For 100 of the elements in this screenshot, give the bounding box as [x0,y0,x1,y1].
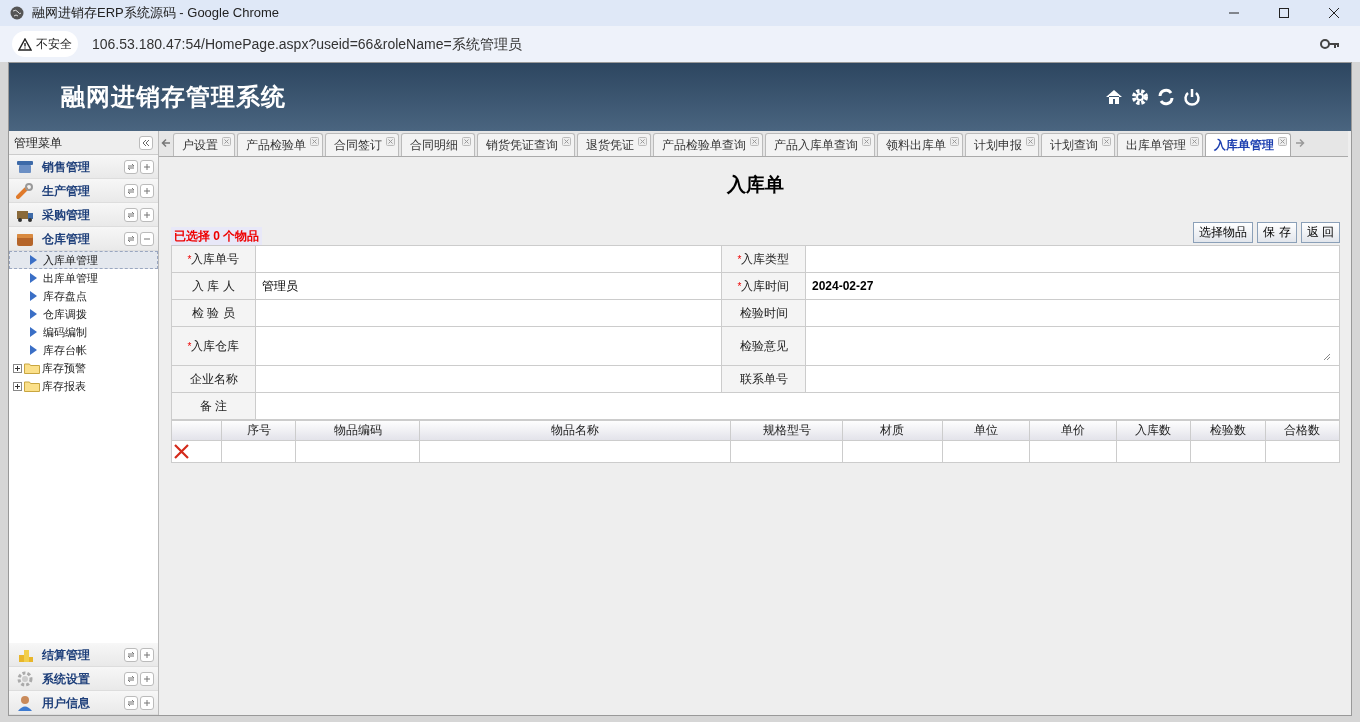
column-header: 入库数 [1116,420,1191,440]
app-title: 融网进销存管理系统 [61,82,286,112]
tab[interactable]: 领料出库单 [877,133,963,156]
expand-button[interactable] [140,207,154,222]
tab[interactable]: 入库单管理 [1205,133,1291,156]
menu-group-label: 仓库管理 [42,230,90,248]
menu-item[interactable]: 库存预警 [9,359,158,377]
maximize-icon[interactable] [1278,7,1290,19]
menu-group-header[interactable]: 仓库管理 [9,227,158,251]
menu-item[interactable]: 仓库调拨 [9,305,158,323]
menu-group-label: 生产管理 [42,182,90,200]
menu-item[interactable]: 库存盘点 [9,287,158,305]
menu-group-label: 用户信息 [42,694,90,712]
column-header: 规格型号 [730,420,843,440]
menu-group-header[interactable]: 结算管理 [9,643,158,667]
menu-group-header[interactable]: 采购管理 [9,203,158,227]
column-header: 检验数 [1190,420,1266,440]
user-icon [16,694,34,711]
tab[interactable]: 合同签订 [325,133,399,156]
refresh-button[interactable] [124,159,138,174]
expand-icon[interactable] [13,381,22,391]
menu-item[interactable]: 入库单管理 [9,251,158,269]
required-mark: * [187,340,192,352]
scroll-left-icon[interactable] [161,138,171,148]
security-chip[interactable]: 不安全 [12,31,78,57]
collapse-button[interactable] [140,231,154,246]
refresh-button[interactable] [124,671,138,686]
action-button[interactable]: 保 存 [1257,221,1297,243]
window-title: 融网进销存ERP系统源码 - Google Chrome [32,4,280,23]
tab[interactable]: 产品检验单 [237,133,323,156]
power-icon[interactable] [1183,88,1201,106]
refresh-button[interactable] [124,231,138,246]
menu-item-label: 库存报表 [42,378,86,394]
home-icon[interactable] [1105,88,1123,106]
folder-icon [24,362,40,374]
action-button[interactable]: 返 回 [1300,221,1340,243]
menu-group-label: 销售管理 [42,158,90,176]
gear-icon [16,670,34,687]
menu-group-header[interactable]: 生产管理 [9,179,158,203]
swap-icon [127,234,135,243]
label-text: 企业名称 [189,371,238,386]
column-header: 序号 [221,420,296,440]
plus-icon [143,162,151,171]
swap-icon [127,210,135,219]
tab[interactable]: 计划查询 [1041,133,1115,156]
menu-item[interactable]: 库存报表 [9,377,158,395]
expand-button[interactable] [140,159,154,174]
tab[interactable]: 退货凭证 [577,133,651,156]
double-chevron-icon [142,138,150,147]
required-mark: * [737,280,742,292]
refresh-icon[interactable] [1157,88,1175,106]
swap-icon [127,650,135,659]
tab[interactable]: 计划申报 [965,133,1039,156]
tab[interactable]: 合同明细 [401,133,475,156]
refresh-button[interactable] [124,647,138,662]
refresh-button[interactable] [124,183,138,198]
key-icon[interactable] [1320,38,1340,50]
refresh-button[interactable] [124,695,138,710]
scroll-right-icon[interactable] [1295,138,1305,148]
menu-group-label: 采购管理 [42,206,90,224]
action-button[interactable]: 选择物品 [1193,221,1254,243]
required-mark: * [737,253,742,265]
delete-icon[interactable] [174,443,189,459]
menu-group-label: 系统设置 [42,670,90,688]
label-text: 入库仓库 [191,338,240,353]
refresh-button[interactable] [124,207,138,222]
swap-icon [127,162,135,171]
url-text[interactable]: 106.53.180.47:54/HomePage.aspx?useid=66&roleName=系统管理员 [92,33,522,55]
menu-group-label: 结算管理 [42,646,90,664]
menu-item[interactable]: 库存台帐 [9,341,158,359]
swap-icon [127,698,135,707]
menu-group-header[interactable]: 用户信息 [9,691,158,715]
tab[interactable]: 产品入库单查询 [765,133,875,156]
label-text: 备 注 [199,398,228,413]
menu-item[interactable]: 出库单管理 [9,269,158,287]
field-value[interactable]: 管理员 [262,276,298,295]
expand-button[interactable] [140,695,154,710]
collapse-sidebar-button[interactable] [139,135,153,150]
label-text: 联系单号 [739,371,788,386]
label-text: 检验意见 [739,338,788,353]
tab[interactable]: 户设置 [173,133,235,156]
menu-item-label: 入库单管理 [43,252,98,268]
tab[interactable]: 产品检验单查询 [653,133,763,156]
wrench-icon [16,182,34,199]
expand-button[interactable] [140,647,154,662]
menu-item-label: 编码编制 [43,324,87,340]
swap-icon [127,674,135,683]
expand-icon[interactable] [13,363,22,373]
menu-group-header[interactable]: 系统设置 [9,667,158,691]
menu-group-header[interactable]: 销售管理 [9,155,158,179]
tab[interactable]: 销货凭证查询 [477,133,575,156]
settings-icon[interactable] [1131,88,1149,106]
menu-item[interactable]: 编码编制 [9,323,158,341]
tab[interactable]: 出库单管理 [1117,133,1203,156]
label-text: 检 验 员 [192,305,235,320]
plus-icon [143,210,151,219]
expand-button[interactable] [140,183,154,198]
field-value[interactable]: 2024-02-27 [812,276,874,295]
close-icon[interactable] [1328,7,1340,19]
expand-button[interactable] [140,671,154,686]
